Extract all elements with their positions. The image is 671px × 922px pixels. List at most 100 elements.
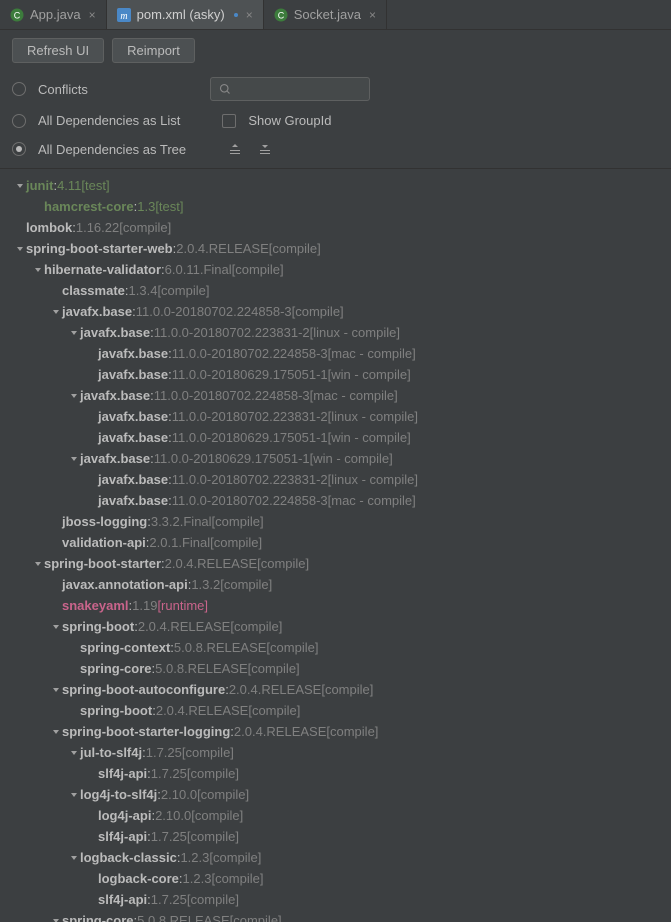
expand-arrow-icon[interactable]	[50, 623, 62, 631]
dep-scope: [test]	[81, 176, 109, 195]
expand-arrow-icon[interactable]	[68, 749, 80, 757]
class-file-icon: C	[10, 8, 24, 22]
expand-arrow-icon[interactable]	[68, 791, 80, 799]
tree-node[interactable]: slf4j-api : 1.7.25 [compile]	[0, 889, 671, 910]
collapse-all-icon[interactable]	[256, 140, 274, 158]
dep-name: log4j-to-slf4j	[80, 785, 157, 804]
tree-node[interactable]: javafx.base : 11.0.0-20180702.224858-3 […	[0, 490, 671, 511]
tree-node[interactable]: slf4j-api : 1.7.25 [compile]	[0, 826, 671, 847]
conflicts-row: Conflicts	[0, 71, 671, 107]
as-list-radio[interactable]	[12, 114, 26, 128]
expand-arrow-icon[interactable]	[50, 917, 62, 922]
dep-name: junit	[26, 176, 53, 195]
dep-scope: [compile]	[187, 827, 239, 846]
dep-name: jul-to-slf4j	[80, 743, 142, 762]
expand-arrow-icon[interactable]	[14, 182, 26, 190]
tree-node[interactable]: spring-boot : 2.0.4.RELEASE [compile]	[0, 700, 671, 721]
expand-arrow-icon[interactable]	[32, 560, 44, 568]
dep-scope: [compile]	[157, 281, 209, 300]
expand-all-icon[interactable]	[226, 140, 244, 158]
expand-arrow-icon[interactable]	[68, 392, 80, 400]
tree-node[interactable]: jboss-logging : 3.3.2.Final [compile]	[0, 511, 671, 532]
dep-scope: [win - compile]	[328, 428, 411, 447]
tree-node[interactable]: jul-to-slf4j : 1.7.25 [compile]	[0, 742, 671, 763]
tree-node[interactable]: javafx.base : 11.0.0-20180629.175051-1 […	[0, 364, 671, 385]
dep-scope: [compile]	[292, 302, 344, 321]
tree-node[interactable]: spring-core : 5.0.8.RELEASE [compile]	[0, 910, 671, 922]
svg-text:m: m	[120, 11, 127, 22]
tree-node[interactable]: hibernate-validator : 6.0.11.Final [comp…	[0, 259, 671, 280]
tree-node[interactable]: classmate : 1.3.4 [compile]	[0, 280, 671, 301]
search-input[interactable]	[210, 77, 370, 101]
reimport-button[interactable]: Reimport	[112, 38, 195, 63]
expand-arrow-icon[interactable]	[14, 245, 26, 253]
expand-arrow-icon[interactable]	[32, 266, 44, 274]
tab-pom-xml-asky-[interactable]: mpom.xml (asky)×	[107, 0, 264, 29]
conflicts-radio[interactable]	[12, 82, 26, 96]
dep-scope: [linux - compile]	[328, 407, 418, 426]
tree-node[interactable]: spring-boot-starter-web : 2.0.4.RELEASE …	[0, 238, 671, 259]
dep-scope: [compile]	[191, 806, 243, 825]
expand-arrow-icon[interactable]	[68, 455, 80, 463]
as-list-row: All Dependencies as List Show GroupId	[0, 107, 671, 134]
close-icon[interactable]: ×	[89, 8, 96, 22]
tree-node[interactable]: javafx.base : 11.0.0-20180629.175051-1 […	[0, 448, 671, 469]
dependency-tree[interactable]: junit : 4.11 [test]hamcrest-core : 1.3 […	[0, 169, 671, 922]
tree-node[interactable]: javafx.base : 11.0.0-20180702.224858-3 […	[0, 301, 671, 322]
as-tree-radio[interactable]	[12, 142, 26, 156]
tree-node[interactable]: spring-context : 5.0.8.RELEASE [compile]	[0, 637, 671, 658]
dep-scope: [compile]	[232, 260, 284, 279]
tree-node[interactable]: spring-core : 5.0.8.RELEASE [compile]	[0, 658, 671, 679]
dep-name: javafx.base	[98, 428, 168, 447]
tab-socket-java[interactable]: CSocket.java×	[264, 0, 387, 29]
tree-node[interactable]: javafx.base : 11.0.0-20180702.224858-3 […	[0, 343, 671, 364]
tree-node[interactable]: spring-boot-starter-logging : 2.0.4.RELE…	[0, 721, 671, 742]
tree-node[interactable]: lombok : 1.16.22 [compile]	[0, 217, 671, 238]
expand-arrow-icon[interactable]	[68, 854, 80, 862]
dep-version: 5.0.8.RELEASE	[155, 659, 248, 678]
dep-name: snakeyaml	[62, 596, 129, 615]
expand-arrow-icon[interactable]	[68, 329, 80, 337]
tree-node[interactable]: javafx.base : 11.0.0-20180702.223831-2 […	[0, 469, 671, 490]
dep-name: spring-context	[80, 638, 170, 657]
tree-node[interactable]: spring-boot : 2.0.4.RELEASE [compile]	[0, 616, 671, 637]
refresh-ui-button[interactable]: Refresh UI	[12, 38, 104, 63]
tree-node[interactable]: javax.annotation-api : 1.3.2 [compile]	[0, 574, 671, 595]
dep-name: javafx.base	[98, 470, 168, 489]
tree-node[interactable]: logback-core : 1.2.3 [compile]	[0, 868, 671, 889]
tree-node[interactable]: log4j-to-slf4j : 2.10.0 [compile]	[0, 784, 671, 805]
dep-version: 1.3.2	[191, 575, 220, 594]
editor-tabs: CApp.java×mpom.xml (asky)×CSocket.java×	[0, 0, 671, 30]
dep-version: 2.0.4.RELEASE	[176, 239, 269, 258]
tab-app-java[interactable]: CApp.java×	[0, 0, 107, 29]
tree-node[interactable]: hamcrest-core : 1.3 [test]	[0, 196, 671, 217]
tree-node[interactable]: spring-boot-starter : 2.0.4.RELEASE [com…	[0, 553, 671, 574]
close-icon[interactable]: ×	[246, 8, 253, 22]
dep-version: 6.0.11.Final	[165, 260, 232, 279]
expand-arrow-icon[interactable]	[50, 308, 62, 316]
tree-node[interactable]: slf4j-api : 1.7.25 [compile]	[0, 763, 671, 784]
close-icon[interactable]: ×	[369, 8, 376, 22]
dep-version: 2.10.0	[161, 785, 197, 804]
tree-node[interactable]: log4j-api : 2.10.0 [compile]	[0, 805, 671, 826]
tree-node[interactable]: logback-classic : 1.2.3 [compile]	[0, 847, 671, 868]
toolbar: Refresh UI Reimport	[0, 30, 671, 71]
tree-node[interactable]: validation-api : 2.0.1.Final [compile]	[0, 532, 671, 553]
svg-text:C: C	[278, 10, 285, 20]
tree-node[interactable]: javafx.base : 11.0.0-20180702.223831-2 […	[0, 322, 671, 343]
expand-arrow-icon[interactable]	[50, 686, 62, 694]
tree-node[interactable]: javafx.base : 11.0.0-20180702.224858-3 […	[0, 385, 671, 406]
tree-node[interactable]: javafx.base : 11.0.0-20180702.223831-2 […	[0, 406, 671, 427]
show-groupid-checkbox[interactable]	[222, 114, 236, 128]
tree-node[interactable]: javafx.base : 11.0.0-20180629.175051-1 […	[0, 427, 671, 448]
dep-scope: [compile]	[230, 617, 282, 636]
dep-version: 2.0.4.RELEASE	[229, 680, 322, 699]
tree-node[interactable]: junit : 4.11 [test]	[0, 175, 671, 196]
expand-arrow-icon[interactable]	[50, 728, 62, 736]
dep-version: 11.0.0-20180702.223831-2	[172, 470, 328, 489]
tree-node[interactable]: spring-boot-autoconfigure : 2.0.4.RELEAS…	[0, 679, 671, 700]
dep-version: 2.0.4.RELEASE	[165, 554, 258, 573]
dep-scope: [mac - compile]	[328, 491, 416, 510]
tree-node[interactable]: snakeyaml : 1.19 [runtime]	[0, 595, 671, 616]
dep-scope: [compile]	[211, 869, 263, 888]
